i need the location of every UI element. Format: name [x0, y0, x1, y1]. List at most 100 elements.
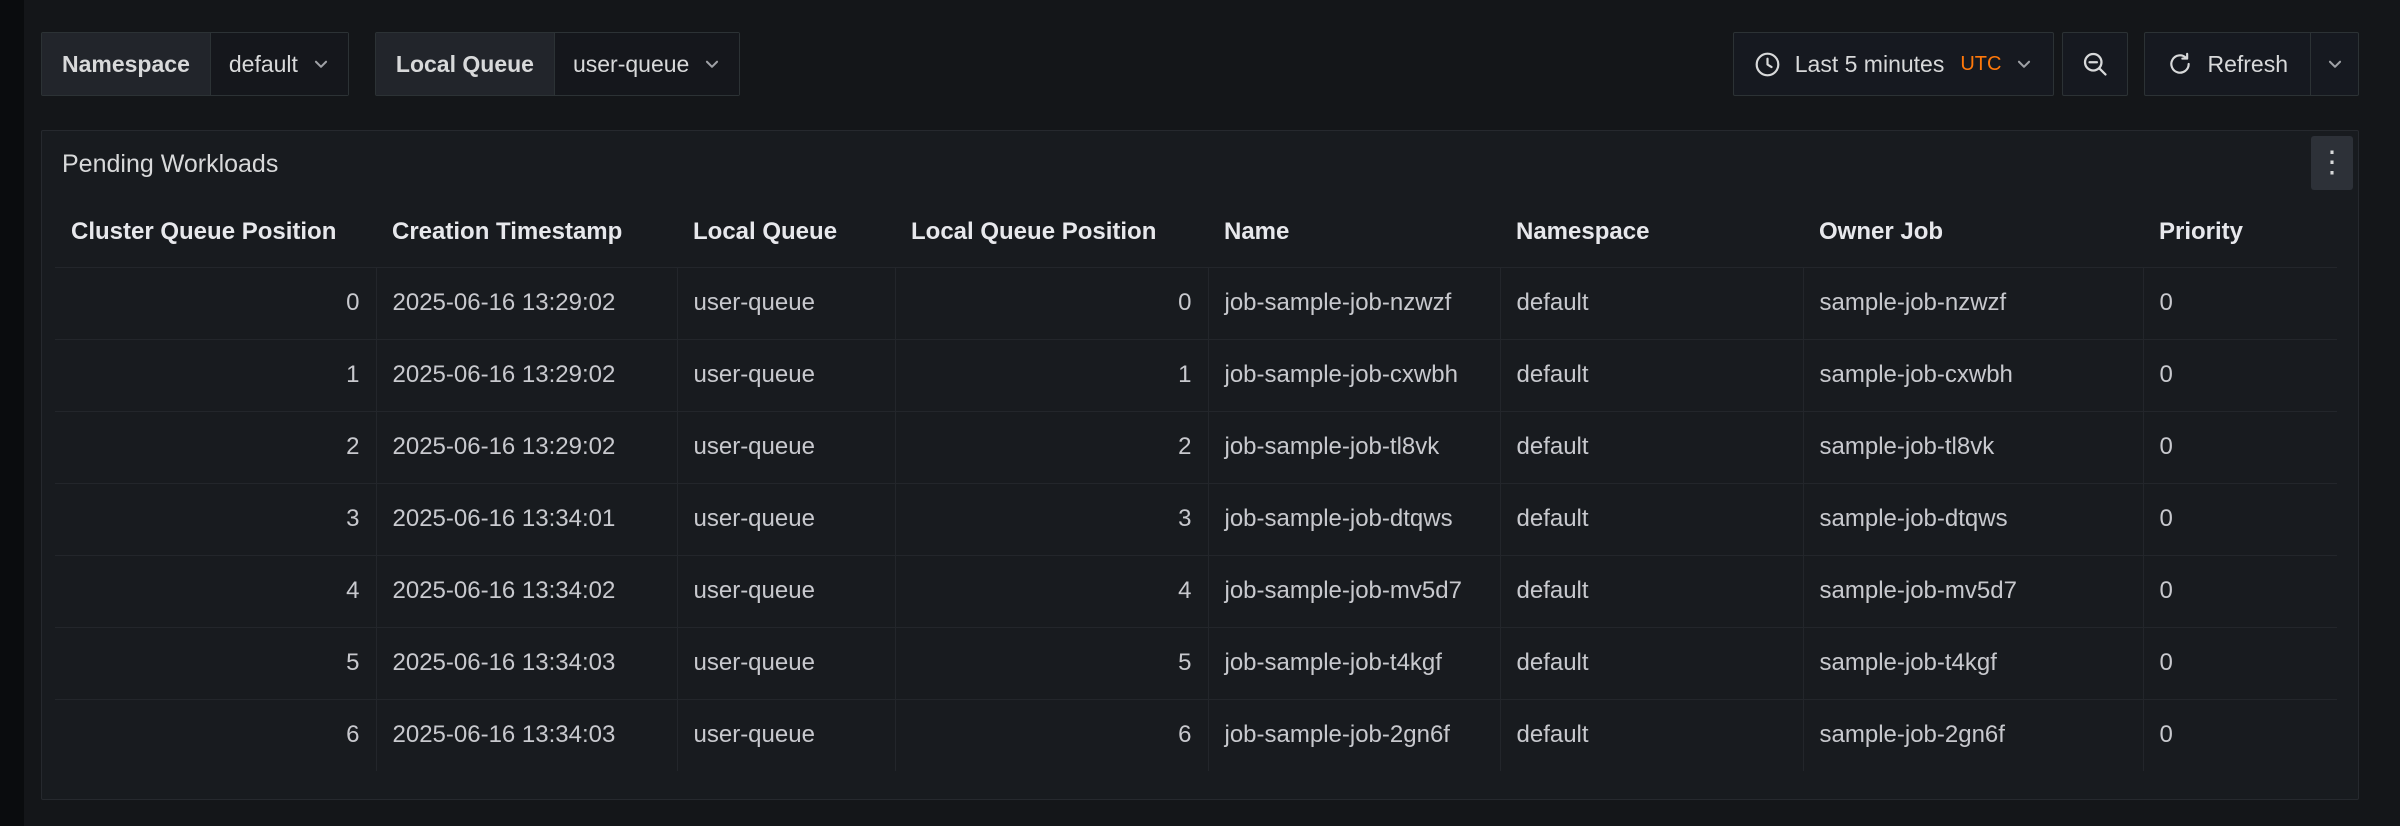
cell-owner-job: sample-job-t4kgf [1803, 627, 2143, 699]
timezone-badge: UTC [1960, 53, 2001, 76]
cell-priority: 0 [2143, 339, 2337, 411]
variable-local-queue: Local Queue user-queue [375, 32, 740, 96]
refresh-label: Refresh [2207, 51, 2288, 78]
table-header-row: Cluster Queue PositionCreation Timestamp… [55, 197, 2337, 267]
chevron-down-icon [2015, 55, 2033, 73]
cell-cluster-queue-position: 2 [55, 411, 376, 483]
zoom-out-button[interactable] [2062, 32, 2128, 96]
cell-owner-job: sample-job-mv5d7 [1803, 555, 2143, 627]
table-row: 02025-06-16 13:29:02user-queue0job-sampl… [55, 267, 2337, 339]
table-row: 52025-06-16 13:34:03user-queue5job-sampl… [55, 627, 2337, 699]
cell-owner-job: sample-job-tl8vk [1803, 411, 2143, 483]
table-wrapper: Cluster Queue PositionCreation Timestamp… [42, 197, 2358, 771]
cell-cluster-queue-position: 3 [55, 483, 376, 555]
cell-local-queue-position: 4 [895, 555, 1208, 627]
cell-priority: 0 [2143, 267, 2337, 339]
table-row: 22025-06-16 13:29:02user-queue2job-sampl… [55, 411, 2337, 483]
cell-owner-job: sample-job-2gn6f [1803, 699, 2143, 771]
cell-namespace: default [1500, 555, 1803, 627]
column-header-priority[interactable]: Priority [2143, 197, 2337, 267]
chevron-down-icon [703, 55, 721, 73]
cell-local-queue: user-queue [677, 483, 895, 555]
chevron-down-icon [2326, 55, 2344, 73]
cell-priority: 0 [2143, 627, 2337, 699]
magnifier-minus-icon [2081, 50, 2109, 78]
cell-cluster-queue-position: 6 [55, 699, 376, 771]
cell-namespace: default [1500, 699, 1803, 771]
cell-local-queue-position: 1 [895, 339, 1208, 411]
column-header-name[interactable]: Name [1208, 197, 1500, 267]
variable-local-queue-select[interactable]: user-queue [554, 33, 739, 95]
cell-namespace: default [1500, 483, 1803, 555]
cell-cluster-queue-position: 1 [55, 339, 376, 411]
panel-header: Pending Workloads ⋮ [42, 131, 2358, 197]
cell-cluster-queue-position: 0 [55, 267, 376, 339]
column-header-local-queue[interactable]: Local Queue [677, 197, 895, 267]
variable-local-queue-label: Local Queue [376, 33, 554, 95]
cell-local-queue-position: 0 [895, 267, 1208, 339]
column-header-owner-job[interactable]: Owner Job [1803, 197, 2143, 267]
cell-name: job-sample-job-nzwzf [1208, 267, 1500, 339]
column-header-namespace[interactable]: Namespace [1500, 197, 1803, 267]
variable-local-queue-value: user-queue [573, 51, 689, 78]
table-row: 32025-06-16 13:34:01user-queue3job-sampl… [55, 483, 2337, 555]
cell-local-queue: user-queue [677, 699, 895, 771]
cell-local-queue: user-queue [677, 267, 895, 339]
table-body: 02025-06-16 13:29:02user-queue0job-sampl… [55, 267, 2337, 771]
table-row: 12025-06-16 13:29:02user-queue1job-sampl… [55, 339, 2337, 411]
pending-workloads-table: Cluster Queue PositionCreation Timestamp… [55, 197, 2337, 771]
cell-creation-timestamp: 2025-06-16 13:34:03 [376, 699, 677, 771]
toolbar-spacer [766, 32, 1732, 96]
refresh-button-group: Refresh [2144, 32, 2359, 96]
cell-namespace: default [1500, 267, 1803, 339]
cell-creation-timestamp: 2025-06-16 13:34:02 [376, 555, 677, 627]
cell-name: job-sample-job-dtqws [1208, 483, 1500, 555]
cell-local-queue: user-queue [677, 555, 895, 627]
kebab-icon: ⋮ [2317, 148, 2347, 178]
cell-name: job-sample-job-t4kgf [1208, 627, 1500, 699]
cell-creation-timestamp: 2025-06-16 13:29:02 [376, 411, 677, 483]
cell-creation-timestamp: 2025-06-16 13:29:02 [376, 267, 677, 339]
cell-name: job-sample-job-mv5d7 [1208, 555, 1500, 627]
variable-namespace-select[interactable]: default [210, 33, 348, 95]
pending-workloads-panel: Pending Workloads ⋮ Cluster Queue Positi… [41, 130, 2359, 800]
clock-icon [1754, 51, 1781, 78]
panel-menu-button[interactable]: ⋮ [2311, 136, 2353, 190]
refresh-interval-dropdown[interactable] [2310, 33, 2358, 95]
panel-title: Pending Workloads [62, 150, 278, 179]
variable-namespace-value: default [229, 51, 298, 78]
chevron-down-icon [312, 55, 330, 73]
table-row: 42025-06-16 13:34:02user-queue4job-sampl… [55, 555, 2337, 627]
cell-name: job-sample-job-tl8vk [1208, 411, 1500, 483]
column-header-cluster-queue-position[interactable]: Cluster Queue Position [55, 197, 376, 267]
cell-creation-timestamp: 2025-06-16 13:34:03 [376, 627, 677, 699]
refresh-button[interactable]: Refresh [2145, 33, 2310, 95]
cell-owner-job: sample-job-dtqws [1803, 483, 2143, 555]
cell-name: job-sample-job-2gn6f [1208, 699, 1500, 771]
cell-namespace: default [1500, 339, 1803, 411]
cell-local-queue-position: 6 [895, 699, 1208, 771]
cell-name: job-sample-job-cxwbh [1208, 339, 1500, 411]
cell-priority: 0 [2143, 555, 2337, 627]
column-header-local-queue-position[interactable]: Local Queue Position [895, 197, 1208, 267]
cell-namespace: default [1500, 411, 1803, 483]
dashboard-toolbar: Namespace default Local Queue user-queue… [41, 32, 2359, 96]
variable-namespace-label: Namespace [42, 33, 210, 95]
column-header-creation-timestamp[interactable]: Creation Timestamp [376, 197, 677, 267]
cell-local-queue: user-queue [677, 411, 895, 483]
variable-namespace: Namespace default [41, 32, 349, 96]
time-range-picker[interactable]: Last 5 minutes UTC [1733, 32, 2055, 96]
cell-cluster-queue-position: 5 [55, 627, 376, 699]
refresh-icon [2167, 51, 2193, 77]
cell-creation-timestamp: 2025-06-16 13:34:01 [376, 483, 677, 555]
cell-creation-timestamp: 2025-06-16 13:29:02 [376, 339, 677, 411]
cell-namespace: default [1500, 627, 1803, 699]
cell-priority: 0 [2143, 483, 2337, 555]
left-edge-strip [0, 0, 24, 826]
cell-local-queue-position: 2 [895, 411, 1208, 483]
cell-owner-job: sample-job-nzwzf [1803, 267, 2143, 339]
cell-local-queue: user-queue [677, 627, 895, 699]
cell-cluster-queue-position: 4 [55, 555, 376, 627]
cell-owner-job: sample-job-cxwbh [1803, 339, 2143, 411]
cell-priority: 0 [2143, 411, 2337, 483]
